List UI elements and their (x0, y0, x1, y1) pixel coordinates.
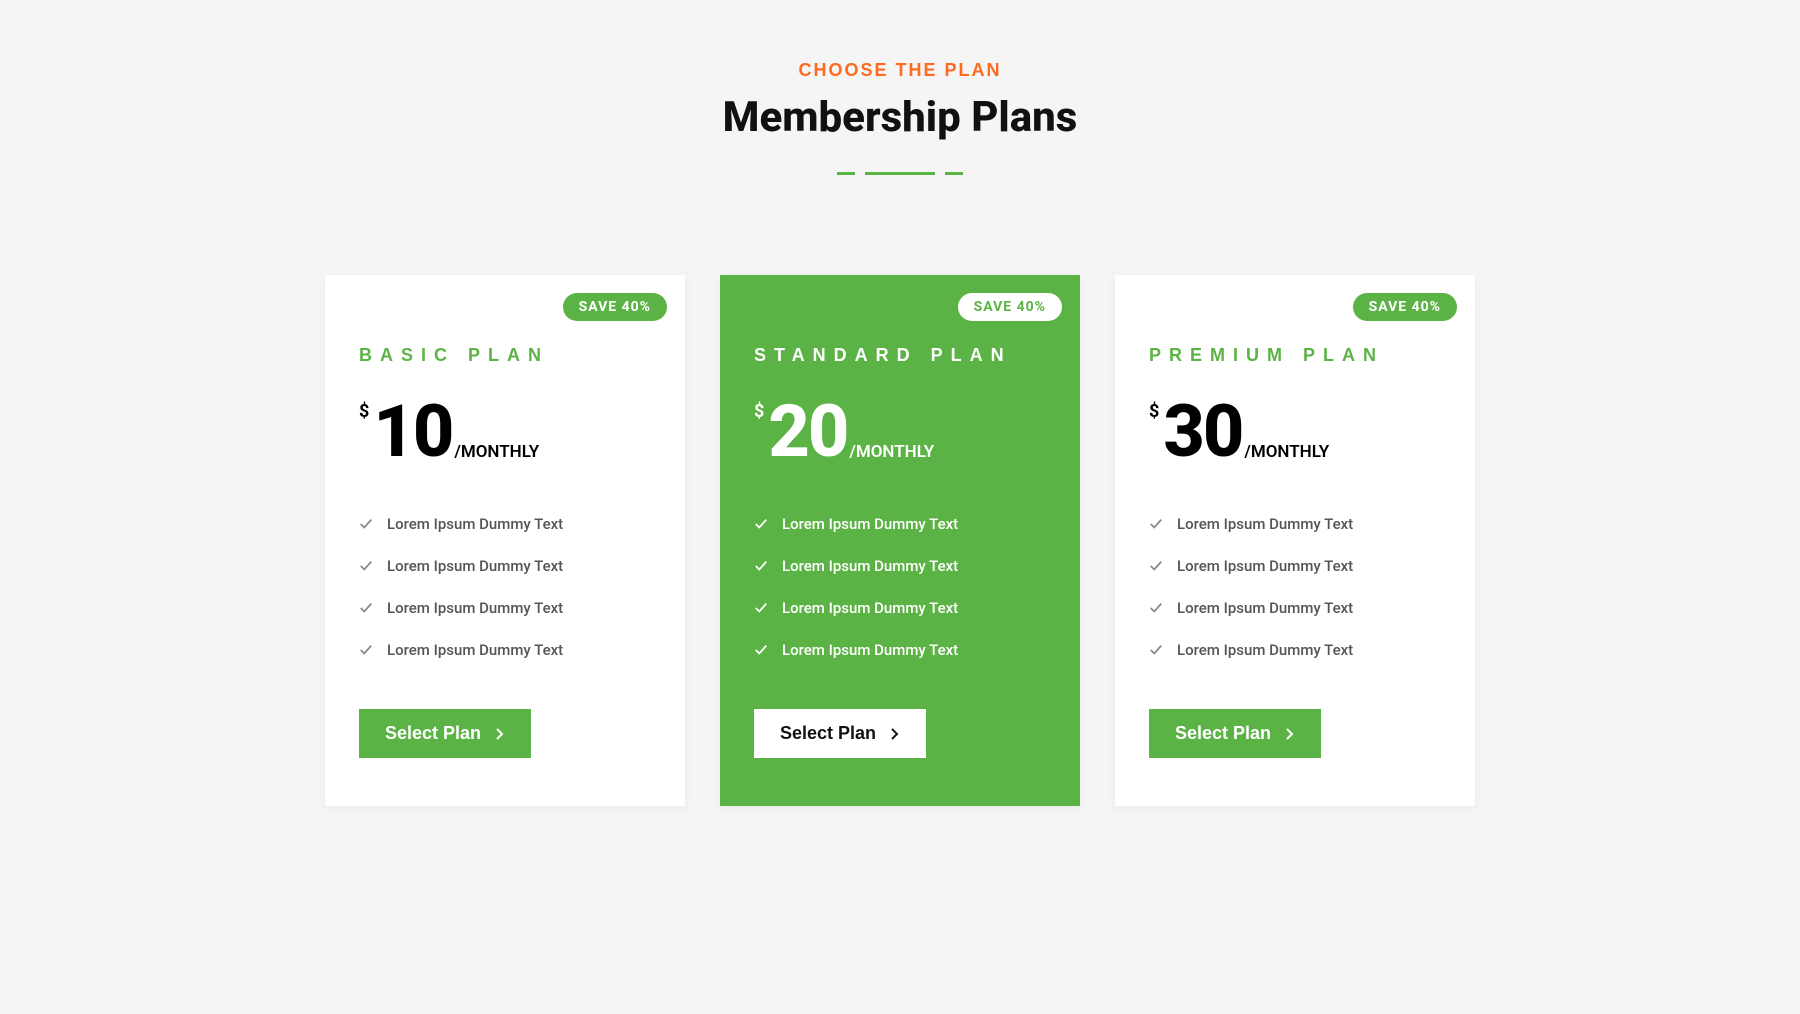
chevron-right-icon (890, 727, 900, 741)
check-icon (754, 559, 768, 573)
check-icon (359, 517, 373, 531)
select-plan-button[interactable]: Select Plan (359, 709, 531, 758)
save-badge: SAVE 40% (958, 293, 1062, 321)
button-label: Select Plan (1175, 723, 1271, 744)
feature-item: Lorem Ipsum Dummy Text (1149, 503, 1441, 545)
currency-symbol: $ (359, 401, 369, 422)
feature-text: Lorem Ipsum Dummy Text (782, 641, 958, 659)
plan-card-basic: SAVE 40% BASIC PLAN $ 10 /MONTHLY Lorem … (325, 275, 685, 806)
feature-item: Lorem Ipsum Dummy Text (754, 629, 1046, 671)
feature-text: Lorem Ipsum Dummy Text (1177, 641, 1353, 659)
price-value: 10 (373, 396, 452, 468)
check-icon (359, 601, 373, 615)
feature-item: Lorem Ipsum Dummy Text (754, 545, 1046, 587)
check-icon (1149, 517, 1163, 531)
plan-name: BASIC PLAN (359, 345, 651, 366)
divider-segment (945, 172, 963, 175)
feature-text: Lorem Ipsum Dummy Text (387, 599, 563, 617)
check-icon (1149, 643, 1163, 657)
plan-name: STANDARD PLAN (754, 345, 1046, 366)
check-icon (359, 643, 373, 657)
feature-text: Lorem Ipsum Dummy Text (782, 515, 958, 533)
currency-symbol: $ (754, 401, 764, 422)
currency-symbol: $ (1149, 401, 1159, 422)
feature-item: Lorem Ipsum Dummy Text (359, 545, 651, 587)
price-row: $ 20 /MONTHLY (754, 396, 1046, 468)
button-label: Select Plan (385, 723, 481, 744)
section-header: CHOOSE THE PLAN Membership Plans (20, 60, 1780, 175)
feature-text: Lorem Ipsum Dummy Text (387, 557, 563, 575)
price-row: $ 10 /MONTHLY (359, 396, 651, 468)
plan-card-premium: SAVE 40% PREMIUM PLAN $ 30 /MONTHLY Lore… (1115, 275, 1475, 806)
select-plan-button[interactable]: Select Plan (1149, 709, 1321, 758)
plan-name: PREMIUM PLAN (1149, 345, 1441, 366)
feature-text: Lorem Ipsum Dummy Text (1177, 557, 1353, 575)
check-icon (754, 601, 768, 615)
feature-text: Lorem Ipsum Dummy Text (1177, 599, 1353, 617)
feature-item: Lorem Ipsum Dummy Text (1149, 545, 1441, 587)
divider-segment (865, 172, 935, 175)
price-value: 20 (768, 396, 847, 468)
save-badge: SAVE 40% (1353, 293, 1457, 321)
check-icon (359, 559, 373, 573)
features-list: Lorem Ipsum Dummy Text Lorem Ipsum Dummy… (359, 503, 651, 671)
price-value: 30 (1163, 396, 1242, 468)
feature-item: Lorem Ipsum Dummy Text (1149, 587, 1441, 629)
feature-text: Lorem Ipsum Dummy Text (387, 515, 563, 533)
section-title: Membership Plans (20, 93, 1780, 142)
check-icon (1149, 601, 1163, 615)
save-badge: SAVE 40% (563, 293, 667, 321)
price-period: /MONTHLY (454, 442, 539, 462)
feature-item: Lorem Ipsum Dummy Text (754, 503, 1046, 545)
price-row: $ 30 /MONTHLY (1149, 396, 1441, 468)
feature-text: Lorem Ipsum Dummy Text (1177, 515, 1353, 533)
section-eyebrow: CHOOSE THE PLAN (20, 60, 1780, 81)
feature-item: Lorem Ipsum Dummy Text (754, 587, 1046, 629)
feature-item: Lorem Ipsum Dummy Text (359, 629, 651, 671)
button-label: Select Plan (780, 723, 876, 744)
check-icon (1149, 559, 1163, 573)
feature-text: Lorem Ipsum Dummy Text (782, 599, 958, 617)
divider-segment (837, 172, 855, 175)
chevron-right-icon (1285, 727, 1295, 741)
feature-item: Lorem Ipsum Dummy Text (359, 587, 651, 629)
feature-text: Lorem Ipsum Dummy Text (387, 641, 563, 659)
select-plan-button[interactable]: Select Plan (754, 709, 926, 758)
price-period: /MONTHLY (1244, 442, 1329, 462)
check-icon (754, 517, 768, 531)
price-period: /MONTHLY (849, 442, 934, 462)
plan-card-standard: SAVE 40% STANDARD PLAN $ 20 /MONTHLY Lor… (720, 275, 1080, 806)
features-list: Lorem Ipsum Dummy Text Lorem Ipsum Dummy… (754, 503, 1046, 671)
feature-item: Lorem Ipsum Dummy Text (359, 503, 651, 545)
feature-text: Lorem Ipsum Dummy Text (782, 557, 958, 575)
check-icon (754, 643, 768, 657)
plans-container: SAVE 40% BASIC PLAN $ 10 /MONTHLY Lorem … (300, 275, 1500, 806)
chevron-right-icon (495, 727, 505, 741)
features-list: Lorem Ipsum Dummy Text Lorem Ipsum Dummy… (1149, 503, 1441, 671)
section-divider (20, 172, 1780, 175)
feature-item: Lorem Ipsum Dummy Text (1149, 629, 1441, 671)
